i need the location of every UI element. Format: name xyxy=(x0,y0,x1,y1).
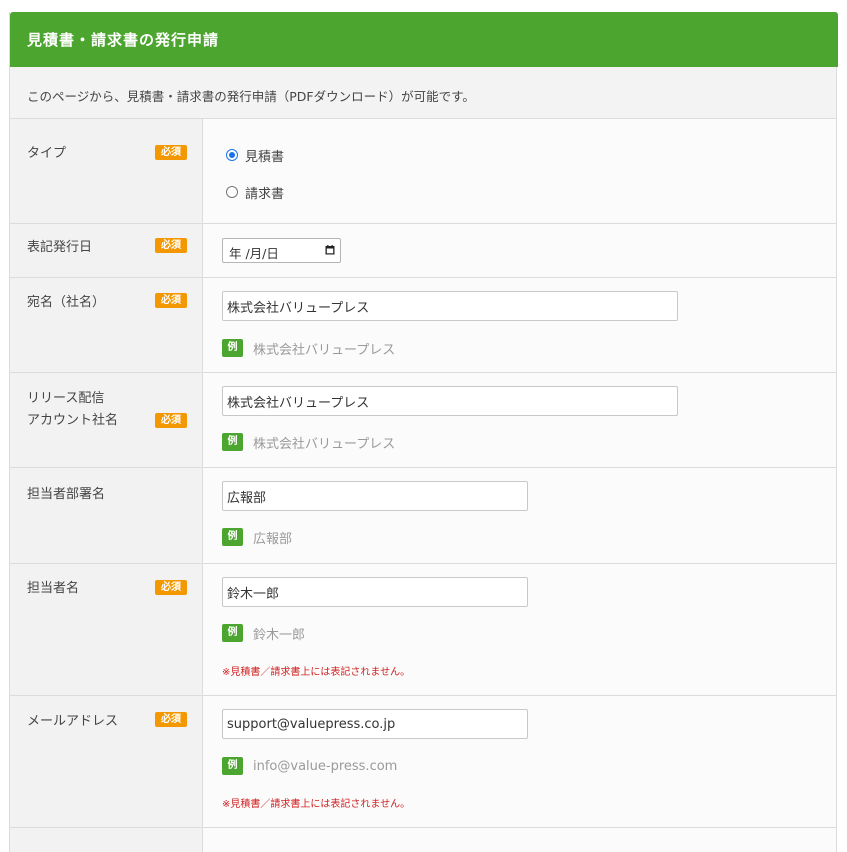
row-next-partial xyxy=(10,828,836,852)
addressee-example-text: 株式会社バリュープレス xyxy=(253,342,396,358)
person-label: 担当者名 xyxy=(27,581,80,596)
form-header: 見積書・請求書の発行申請 xyxy=(10,12,838,67)
issue-date-value: 年 /月/日 xyxy=(229,246,279,261)
form-title: 見積書・請求書の発行申請 xyxy=(27,31,220,49)
department-label: 担当者部署名 xyxy=(27,487,106,502)
issue-date-label: 表記発行日 xyxy=(27,240,93,255)
radio-option-invoice[interactable]: 請求書 xyxy=(226,182,284,202)
required-badge: 必須 xyxy=(155,413,187,428)
example-badge: 例 xyxy=(222,339,243,357)
release-account-input[interactable] xyxy=(222,386,678,416)
example-badge: 例 xyxy=(222,757,243,775)
radio-invoice-label: 請求書 xyxy=(245,186,285,202)
required-badge: 必須 xyxy=(155,580,187,595)
row-email: メールアドレス 必須 例 info@value-press.com ※見積書／請… xyxy=(10,696,836,828)
intro-box: このページから、見積書・請求書の発行申請（PDFダウンロード）が可能です。 xyxy=(10,67,836,119)
row-release-account: リリース配信 アカウント社名 必須 例 株式会社バリュープレス xyxy=(10,373,836,468)
example-badge: 例 xyxy=(222,528,243,546)
release-account-label-line2: アカウント社名 xyxy=(27,413,119,428)
required-badge: 必須 xyxy=(155,145,187,160)
intro-text: このページから、見積書・請求書の発行申請（PDFダウンロード）が可能です。 xyxy=(27,89,475,104)
department-example-text: 広報部 xyxy=(253,531,293,547)
example-badge: 例 xyxy=(222,433,243,451)
release-account-label-line1: リリース配信 xyxy=(27,391,105,406)
email-input[interactable] xyxy=(222,709,528,739)
radio-invoice[interactable] xyxy=(226,186,238,198)
release-account-example-text: 株式会社バリュープレス xyxy=(253,436,396,452)
addressee-input[interactable] xyxy=(222,291,678,321)
required-badge: 必須 xyxy=(155,712,187,727)
radio-option-estimate[interactable]: 見積書 xyxy=(226,145,284,165)
person-note: ※見積書／請求書上には表記されません。 xyxy=(222,667,411,678)
person-example-text: 鈴木一郎 xyxy=(253,627,306,643)
email-note: ※見積書／請求書上には表記されません。 xyxy=(222,799,411,810)
example-badge: 例 xyxy=(222,624,243,642)
email-example-text: info@value-press.com xyxy=(253,758,398,774)
department-example: 例 広報部 xyxy=(222,528,293,547)
release-account-example: 例 株式会社バリュープレス xyxy=(222,433,396,452)
issue-date-input[interactable]: 年 /月/日 xyxy=(222,238,341,263)
addressee-label: 宛名（社名） xyxy=(27,295,106,310)
required-badge: 必須 xyxy=(155,293,187,308)
addressee-example: 例 株式会社バリュープレス xyxy=(222,339,396,358)
department-input[interactable] xyxy=(222,481,528,511)
required-badge: 必須 xyxy=(155,238,187,253)
type-label: タイプ xyxy=(27,146,67,161)
row-type: タイプ 必須 見積書 請求書 xyxy=(10,119,836,224)
email-label: メールアドレス xyxy=(27,714,119,729)
email-example: 例 info@value-press.com xyxy=(222,757,397,775)
row-person: 担当者名 必須 例 鈴木一郎 ※見積書／請求書上には表記されません。 xyxy=(10,564,836,696)
calendar-icon[interactable] xyxy=(325,245,335,255)
row-addressee: 宛名（社名） 必須 例 株式会社バリュープレス xyxy=(10,278,836,373)
person-example: 例 鈴木一郎 xyxy=(222,624,306,643)
row-department: 担当者部署名 例 広報部 xyxy=(10,468,836,564)
request-form-panel: 見積書・請求書の発行申請 このページから、見積書・請求書の発行申請（PDFダウン… xyxy=(9,12,838,852)
radio-estimate[interactable] xyxy=(226,149,238,161)
person-input[interactable] xyxy=(222,577,528,607)
radio-estimate-label: 見積書 xyxy=(245,149,285,165)
row-issue-date: 表記発行日 必須 年 /月/日 xyxy=(10,224,836,278)
